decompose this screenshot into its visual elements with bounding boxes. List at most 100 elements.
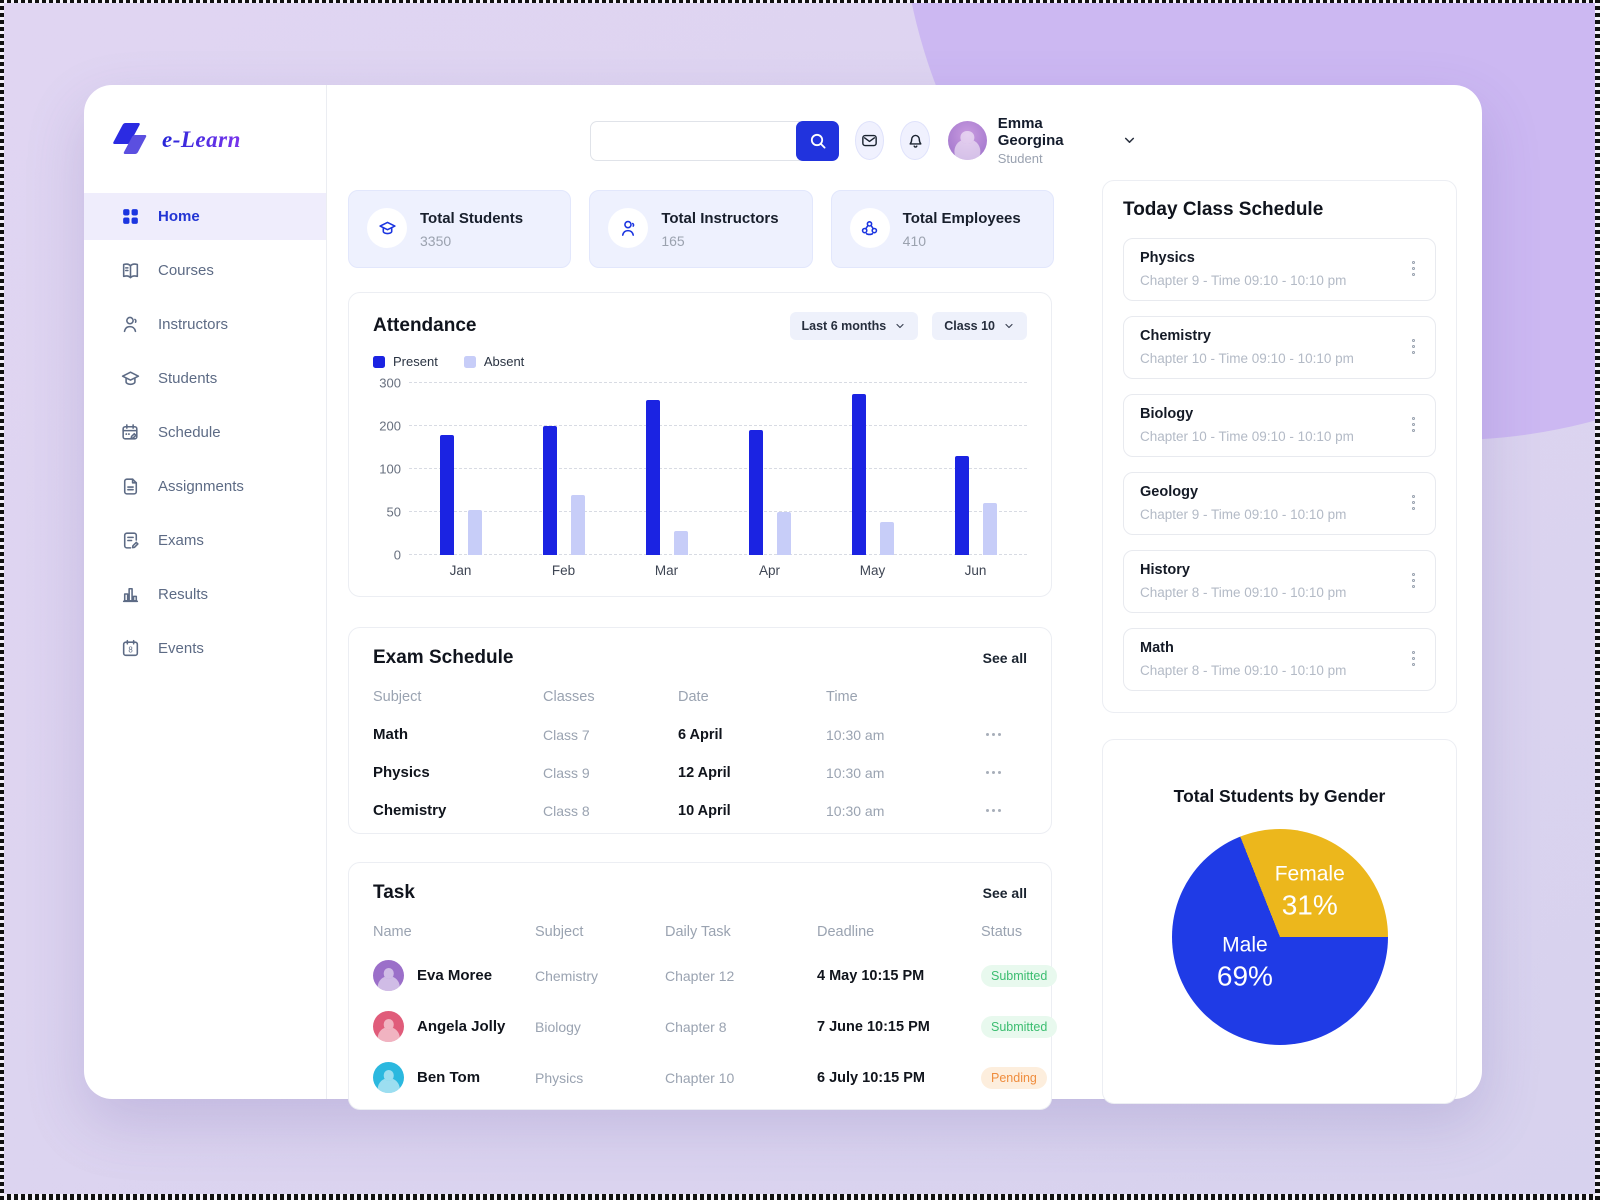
search-input[interactable] xyxy=(590,121,800,161)
gridline xyxy=(409,425,1027,426)
graduation-cap-icon xyxy=(120,368,141,389)
class-subject: Physics xyxy=(1140,250,1195,266)
legend-label: Absent xyxy=(484,354,524,369)
student-avatar xyxy=(373,1011,404,1042)
exam-class: Class 7 xyxy=(543,727,678,743)
sidebar-item-schedule[interactable]: Schedule xyxy=(84,409,326,456)
kebab-menu-icon[interactable] xyxy=(1408,491,1420,515)
legend-item-absent: Absent xyxy=(464,354,524,369)
document-icon xyxy=(120,476,141,497)
pie-label-female: Female31% xyxy=(1275,862,1345,921)
class-subject: Math xyxy=(1140,640,1174,656)
people-group-icon xyxy=(850,208,890,248)
brand-name: e-Learn xyxy=(162,127,241,153)
document-edit-icon xyxy=(120,530,141,551)
exam-table-header: Subject Classes Date Time xyxy=(373,689,1027,705)
sidebar-item-label: Students xyxy=(158,370,217,387)
class-dropdown[interactable]: Class 10 xyxy=(932,312,1027,340)
gender-pie-chart: Female31% Male69% xyxy=(1172,829,1388,1045)
y-tick-label: 300 xyxy=(379,376,401,391)
bar-present xyxy=(852,394,866,555)
legend-label: Present xyxy=(393,354,438,369)
exam-date: 10 April xyxy=(678,803,826,819)
bar-present xyxy=(543,426,557,555)
stat-label: Total Instructors xyxy=(661,208,778,227)
top-bar: Emma Georgina Student xyxy=(348,115,1054,166)
column-header: Time xyxy=(826,689,986,705)
exam-class: Class 8 xyxy=(543,803,678,819)
chart-legend: Present Absent xyxy=(373,354,1027,369)
attendance-bar-chart: 050100200300 xyxy=(373,383,1027,555)
messages-button[interactable] xyxy=(855,121,884,160)
attendance-title: Attendance xyxy=(373,315,476,337)
status-badge: Pending xyxy=(981,1067,1047,1089)
task-daily-task: Chapter 8 xyxy=(665,1019,817,1035)
calendar-icon: 8 xyxy=(120,638,141,659)
kebab-menu-icon[interactable] xyxy=(1408,335,1420,359)
row-actions-icon[interactable] xyxy=(986,771,1001,774)
legend-item-present: Present xyxy=(373,354,438,369)
exam-date: 6 April xyxy=(678,727,826,743)
gridline xyxy=(409,468,1027,469)
sidebar-item-events[interactable]: 8 Events xyxy=(84,625,326,672)
chevron-down-icon xyxy=(894,320,906,332)
class-schedule-item: GeologyChapter 9 - Time 09:10 - 10:10 pm xyxy=(1123,472,1436,535)
class-detail: Chapter 10 - Time 09:10 - 10:10 pm xyxy=(1140,429,1408,444)
attendance-card: Attendance Last 6 months Class 10 Presen… xyxy=(348,292,1052,597)
graduation-cap-icon xyxy=(367,208,407,248)
notifications-button[interactable] xyxy=(900,121,929,160)
decorative-frame-right xyxy=(1595,0,1600,1200)
task-card: Task See all Name Subject Daily Task Dea… xyxy=(348,862,1052,1110)
stat-card-total-employees: Total Employees 410 xyxy=(831,190,1054,268)
period-dropdown[interactable]: Last 6 months xyxy=(790,312,919,340)
sidebar-item-exams[interactable]: Exams xyxy=(84,517,326,564)
y-tick-label: 50 xyxy=(387,505,401,520)
class-subject: Chemistry xyxy=(1140,328,1211,344)
column-header: Date xyxy=(678,689,826,705)
bar-group xyxy=(440,383,482,555)
sidebar-item-label: Exams xyxy=(158,532,204,549)
sidebar-item-label: Schedule xyxy=(158,424,221,441)
kebab-menu-icon[interactable] xyxy=(1408,413,1420,437)
x-tick-label: Jun xyxy=(924,563,1027,578)
sidebar-item-assignments[interactable]: Assignments xyxy=(84,463,326,510)
task-table-header: Name Subject Daily Task Deadline Status xyxy=(373,924,1027,940)
exam-table-row: Physics Class 9 12 April 10:30 am xyxy=(373,764,1027,781)
task-deadline: 7 June 10:15 PM xyxy=(817,1019,981,1035)
y-tick-label: 200 xyxy=(379,419,401,434)
plot-area xyxy=(409,383,1027,555)
y-tick-label: 100 xyxy=(379,462,401,477)
row-actions-icon[interactable] xyxy=(986,809,1001,812)
task-student-name: Eva Moree xyxy=(417,967,492,984)
gridline xyxy=(409,554,1027,555)
search-button[interactable] xyxy=(796,121,839,161)
gender-chart-title: Total Students by Gender xyxy=(1103,786,1456,807)
column-header: Deadline xyxy=(817,924,981,940)
legend-swatch xyxy=(464,356,476,368)
sidebar-item-courses[interactable]: Courses xyxy=(84,247,326,294)
class-detail: Chapter 8 - Time 09:10 - 10:10 pm xyxy=(1140,585,1408,600)
task-deadline: 4 May 10:15 PM xyxy=(817,968,981,984)
user-avatar[interactable] xyxy=(948,121,987,160)
exam-see-all-link[interactable]: See all xyxy=(983,650,1027,666)
column-header: Subject xyxy=(535,924,665,940)
kebab-menu-icon[interactable] xyxy=(1408,647,1420,671)
sidebar-item-instructors[interactable]: Instructors xyxy=(84,301,326,348)
pie-label-male: Male69% xyxy=(1217,933,1273,992)
exam-date: 12 April xyxy=(678,765,826,781)
task-daily-task: Chapter 12 xyxy=(665,968,817,984)
row-actions-icon[interactable] xyxy=(986,733,1001,736)
sidebar-item-home[interactable]: Home xyxy=(84,193,326,240)
class-subject: Geology xyxy=(1140,484,1198,500)
exam-table-row: Math Class 7 6 April 10:30 am xyxy=(373,726,1027,743)
column-header: Status xyxy=(981,924,1027,940)
sidebar-item-results[interactable]: Results xyxy=(84,571,326,618)
sidebar-item-students[interactable]: Students xyxy=(84,355,326,402)
kebab-menu-icon[interactable] xyxy=(1408,569,1420,593)
y-tick-label: 0 xyxy=(394,548,401,563)
x-tick-label: Apr xyxy=(718,563,821,578)
kebab-menu-icon[interactable] xyxy=(1408,257,1420,281)
task-see-all-link[interactable]: See all xyxy=(983,885,1027,901)
user-meta: Emma Georgina Student xyxy=(998,115,1083,166)
x-tick-label: Jan xyxy=(409,563,512,578)
